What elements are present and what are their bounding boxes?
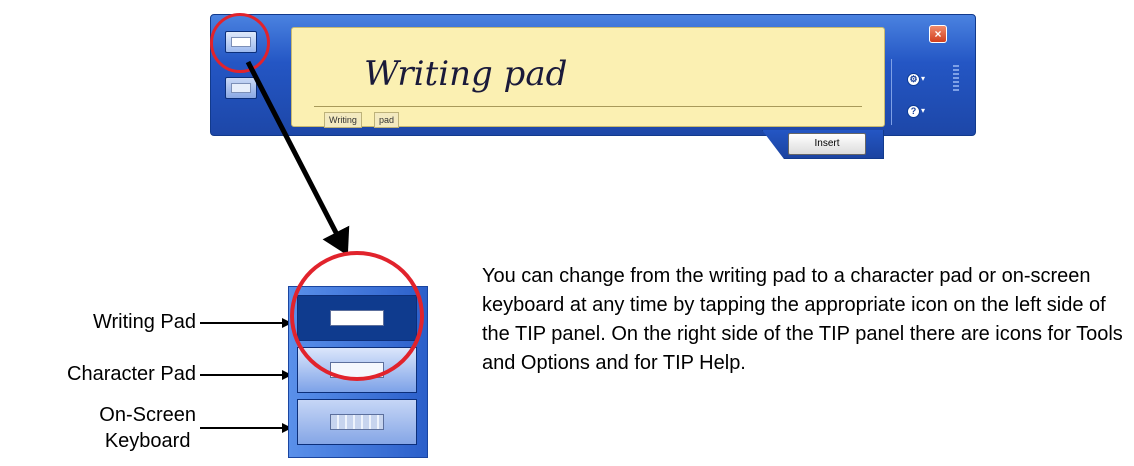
writing-pad-label: Writing Pad xyxy=(92,311,196,333)
keyboard-icon xyxy=(330,414,384,430)
zoom-arrow xyxy=(245,60,350,256)
description-text: You can change from the writing pad to a… xyxy=(482,265,1123,374)
label-line: Keyboard xyxy=(104,430,191,452)
on-screen-keyboard-button[interactable] xyxy=(297,399,417,445)
highlight-circle xyxy=(290,251,424,381)
callout-arrows xyxy=(200,60,350,433)
on-screen-keyboard-label: On-Screen Keyboard xyxy=(99,402,196,454)
character-pad-label: Character Pad xyxy=(67,363,196,385)
label-line: On-Screen xyxy=(99,404,196,426)
